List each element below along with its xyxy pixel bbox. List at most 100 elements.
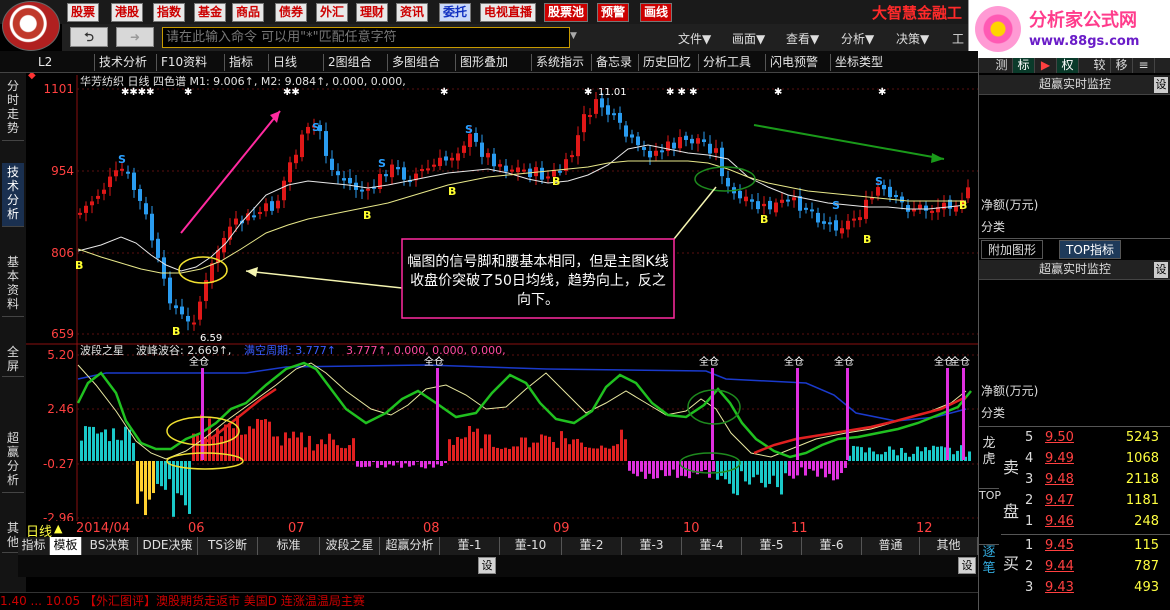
menu-stock-pool[interactable]: 股票池 [544, 3, 589, 22]
tool-memo[interactable]: 备忘录 [591, 54, 632, 71]
panel-settings-button[interactable]: 设 [1154, 262, 1168, 278]
histogram-bar [904, 452, 907, 461]
tool-axis-type[interactable]: 坐标类型 [830, 54, 883, 71]
btab-dong-2[interactable]: 董-2 [562, 537, 622, 555]
btab-dong-10[interactable]: 董-10 [500, 537, 562, 555]
side-label-tick[interactable]: 逐笔 [979, 544, 999, 588]
menu-draw-line[interactable]: 画线 [640, 3, 673, 22]
histogram-bar [104, 429, 107, 461]
buy-row[interactable]: 1 9.45 115 [1025, 536, 1170, 557]
tool-overlay[interactable]: 图形叠加 [455, 54, 508, 71]
menu-bond[interactable]: 债券 [275, 3, 308, 22]
command-input[interactable]: 请在此输入命令 可以用"*"匹配任意字符 [162, 27, 570, 48]
btab-standard[interactable]: 标准 [258, 537, 320, 555]
side-label-longhu[interactable]: 龙虎 [979, 436, 999, 476]
menu-stock[interactable]: 股票 [67, 3, 100, 22]
btab-super-analysis[interactable]: 超赢分析 [380, 537, 440, 555]
news-ticker[interactable]: 1.40 ... 10.05 【外汇图评】澳股期货走返市 美国D 连涨温温局主赛 [0, 592, 978, 610]
buy-row[interactable]: 3 9.43 493 [1025, 578, 1170, 599]
menu-icon[interactable]: ≡ [1133, 58, 1155, 73]
buy-row[interactable]: 2 9.44 787 [1025, 557, 1170, 578]
subtab-addon-graph[interactable]: 附加图形 [981, 240, 1044, 259]
app-logo [2, 1, 60, 51]
vtab-intraday[interactable]: 分时走势 [2, 77, 24, 141]
btab-dde-decision[interactable]: DDE决策 [138, 537, 198, 555]
btab-wave-star[interactable]: 波段之星 [320, 537, 380, 555]
histogram-bar [332, 439, 335, 461]
menu-commodity[interactable]: 商品 [232, 3, 265, 22]
settings-button[interactable]: 设 [478, 557, 496, 574]
menu-alert[interactable]: 预警 [597, 3, 630, 22]
candle-body [606, 105, 610, 115]
btab-template[interactable]: 模板 [50, 537, 82, 555]
rtab-rights[interactable]: 权 [1057, 58, 1079, 73]
histogram-bar [652, 461, 655, 479]
settings-button[interactable]: 设 [958, 557, 976, 574]
histogram-bar [716, 461, 719, 480]
tool-analysis-tools[interactable]: 分析工具 [698, 54, 751, 71]
level: 5 [1025, 430, 1034, 445]
sell-row[interactable]: 1 9.46 248 [1025, 512, 1170, 533]
vtab-basic-info[interactable]: 基本资料 [2, 253, 24, 317]
btab-dong-3[interactable]: 董-3 [622, 537, 682, 555]
btab-dong-1[interactable]: 董-1 [440, 537, 500, 555]
panel-settings-button[interactable]: 设 [1154, 77, 1168, 93]
rtab-test[interactable]: 测 [991, 58, 1013, 73]
tool-daily[interactable]: 日线 [268, 54, 297, 71]
menu-index[interactable]: 指数 [153, 3, 186, 22]
btab-indicator[interactable]: 指标 [18, 537, 50, 555]
menu-view[interactable]: 查看▼ [786, 30, 819, 47]
btab-other[interactable]: 其他 [920, 537, 978, 555]
tool-system-signal[interactable]: 系统指示 [531, 54, 584, 71]
sell-row[interactable]: 4 9.49 1068 [1025, 449, 1170, 470]
sell-row[interactable]: 5 9.50 5243 [1025, 428, 1170, 449]
menu-tv-live[interactable]: 电视直播 [480, 3, 537, 22]
menu-hk-stock[interactable]: 港股 [111, 3, 144, 22]
btab-ts-diagnosis[interactable]: TS诊断 [198, 537, 258, 555]
subtab-top-indicator[interactable]: TOP指标 [1059, 240, 1122, 259]
menu-order[interactable]: 委托 [439, 3, 472, 22]
rtab-standard[interactable]: 标 [1013, 58, 1035, 73]
btab-dong-5[interactable]: 董-5 [742, 537, 802, 555]
tool-2-chart[interactable]: 2图组合 [323, 54, 372, 71]
menu-finance[interactable]: 理财 [356, 3, 389, 22]
tool-multi-chart[interactable]: 多图组合 [387, 54, 440, 71]
sell-row[interactable]: 3 9.48 2118 [1025, 470, 1170, 491]
kline-chart-area[interactable]: ◆ 1101 954 806 659 5.20 2.46 -0.27 -2.96… [26, 73, 978, 533]
rtab-compare[interactable]: 较 [1089, 58, 1111, 73]
rtab-move[interactable]: 移 [1111, 58, 1133, 73]
menu-news[interactable]: 资讯 [396, 3, 429, 22]
histogram-bar [96, 433, 99, 461]
tool-flash-alert[interactable]: 闪电预警 [765, 54, 818, 71]
menu-fund[interactable]: 基金 [194, 3, 227, 22]
tool-history[interactable]: 历史回忆 [638, 54, 691, 71]
vtab-fullscreen[interactable]: 全屏 [2, 343, 24, 377]
menu-analysis[interactable]: 分析▼ [841, 30, 874, 47]
vtab-super-analysis[interactable]: 超赢分析 [2, 429, 24, 493]
candle-body [648, 150, 652, 158]
play-icon[interactable]: ▶ [1035, 58, 1057, 73]
btab-bs-decision[interactable]: BS决策 [82, 537, 138, 555]
forward-button[interactable]: ➜ [116, 27, 154, 47]
menu-view-screen[interactable]: 画面▼ [732, 30, 765, 47]
btab-normal[interactable]: 普通 [862, 537, 920, 555]
menu-forex[interactable]: 外汇 [316, 3, 349, 22]
histogram-bar [936, 446, 939, 461]
tool-tech-analysis[interactable]: 技术分析 [94, 54, 147, 71]
sell-row[interactable]: 2 9.47 1181 [1025, 491, 1170, 512]
tool-f10[interactable]: F10资料 [156, 54, 207, 71]
command-dropdown-icon[interactable]: ▼ [570, 31, 577, 41]
btab-dong-4[interactable]: 董-4 [682, 537, 742, 555]
tool-indicator[interactable]: 指标 [224, 54, 253, 71]
candle-body [756, 201, 760, 210]
back-button[interactable]: ⮌ [70, 27, 108, 47]
btab-dong-6[interactable]: 董-6 [802, 537, 862, 555]
menu-file[interactable]: 文件▼ [678, 30, 711, 47]
menu-decision[interactable]: 决策▼ [896, 30, 929, 47]
vtab-tech-analysis[interactable]: 技术分析 [2, 163, 24, 227]
histogram-bar [336, 445, 339, 461]
side-label-top[interactable]: TOP [979, 488, 1001, 524]
menu-tools[interactable]: 工 [952, 30, 964, 47]
histogram-bar [956, 450, 959, 461]
candle-body [834, 220, 838, 231]
